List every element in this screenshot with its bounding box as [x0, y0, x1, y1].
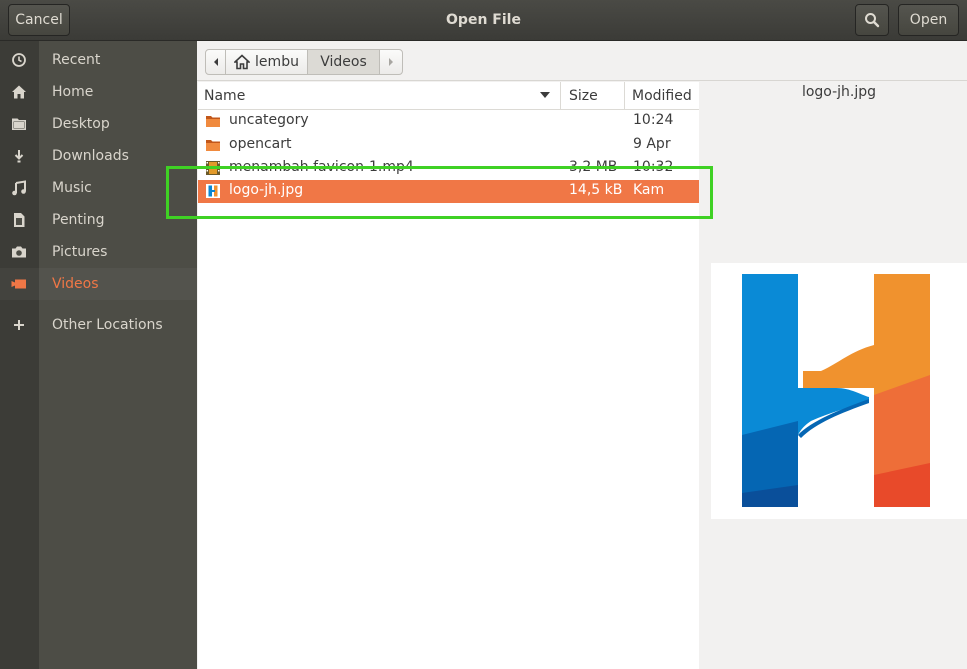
preview-pane: logo-jh.jpg — [699, 82, 967, 669]
video-icon — [10, 276, 28, 292]
file-modified: 9 Apr — [633, 136, 671, 152]
document-icon — [10, 212, 28, 228]
video-file-icon — [206, 161, 220, 175]
path-scroll-right-button[interactable] — [379, 49, 403, 75]
header-bar: Cancel Open File Open — [0, 0, 967, 41]
file-size: 3,2 MB — [569, 159, 618, 175]
preview-filename: logo-jh.jpg — [801, 84, 877, 100]
file-name: uncategory — [229, 112, 309, 128]
path-bar: lembu Videos — [197, 41, 967, 81]
folder-icon — [206, 116, 220, 127]
path-segment-label: lembu — [255, 54, 299, 70]
home-icon — [234, 54, 251, 70]
sort-descending-icon — [540, 92, 550, 98]
sidebar-item-recent[interactable]: Recent — [0, 44, 197, 76]
sidebar-item-label: Pictures — [52, 244, 108, 260]
column-header-size[interactable]: Size — [561, 82, 625, 110]
preview-image — [711, 263, 967, 519]
file-modified: Kam — [633, 182, 665, 198]
chevron-left-icon — [213, 58, 218, 66]
file-size: 14,5 kB — [569, 182, 623, 198]
clock-icon — [10, 52, 28, 68]
folder-icon — [10, 116, 28, 132]
sidebar-item-penting[interactable]: Penting — [0, 204, 197, 236]
cancel-button[interactable]: Cancel — [8, 4, 70, 36]
jh-logo-icon — [742, 274, 930, 507]
sidebar-item-label: Desktop — [52, 116, 110, 132]
table-row[interactable]: uncategory 10:24 — [198, 110, 699, 133]
column-header-modified[interactable]: Modified — [625, 82, 699, 110]
file-name: opencart — [229, 136, 292, 152]
table-row[interactable]: menambah favicon-1.mp4 3,2 MB 10:32 — [198, 157, 699, 180]
dialog-title: Open File — [446, 12, 521, 28]
file-modified: 10:24 — [633, 112, 674, 128]
file-name: menambah favicon-1.mp4 — [229, 159, 414, 175]
sidebar-item-music[interactable]: Music — [0, 172, 197, 204]
sidebar-item-label: Downloads — [52, 148, 129, 164]
sidebar-item-desktop[interactable]: Desktop — [0, 108, 197, 140]
sidebar-item-other-locations[interactable]: Other Locations — [0, 309, 197, 341]
sidebar-item-label: Recent — [52, 52, 101, 68]
column-header-label: Name — [204, 87, 246, 104]
sidebar-item-downloads[interactable]: Downloads — [0, 140, 197, 172]
path-segment-label: Videos — [320, 54, 367, 70]
music-icon — [10, 180, 28, 196]
column-header-label: Modified — [632, 87, 692, 104]
column-header-name[interactable]: Name — [198, 82, 561, 110]
file-list[interactable]: Name Size Modified uncategory 10:24 open… — [198, 82, 699, 669]
open-button[interactable]: Open — [898, 4, 959, 36]
sidebar-item-label: Videos — [52, 276, 99, 292]
sidebar-item-home[interactable]: Home — [0, 76, 197, 108]
path-segment-home[interactable]: lembu — [225, 49, 308, 75]
search-button[interactable] — [855, 4, 889, 36]
path-scroll-left-button[interactable] — [205, 49, 226, 75]
chevron-right-icon — [389, 58, 393, 66]
file-name: logo-jh.jpg — [229, 182, 304, 198]
sidebar-item-label: Home — [52, 84, 94, 100]
places-sidebar: Recent Home Desktop Downloads Music Pent… — [0, 41, 197, 669]
table-row-selected[interactable]: logo-jh.jpg 14,5 kB Kam — [198, 180, 699, 203]
download-icon — [10, 148, 28, 164]
sidebar-item-pictures[interactable]: Pictures — [0, 236, 197, 268]
table-row[interactable]: opencart 9 Apr — [198, 134, 699, 157]
sidebar-item-videos[interactable]: Videos — [0, 268, 197, 300]
home-icon — [10, 84, 28, 100]
file-modified: 10:32 — [633, 159, 674, 175]
plus-icon — [10, 317, 28, 333]
sidebar-item-label: Penting — [52, 212, 105, 228]
folder-icon — [206, 140, 220, 151]
column-header-label: Size — [569, 87, 598, 104]
camera-icon — [10, 244, 28, 260]
path-segment-videos[interactable]: Videos — [307, 49, 380, 75]
image-file-icon — [206, 184, 220, 198]
sidebar-item-label: Music — [52, 180, 92, 196]
sidebar-item-label: Other Locations — [52, 317, 163, 333]
search-icon — [865, 13, 880, 28]
